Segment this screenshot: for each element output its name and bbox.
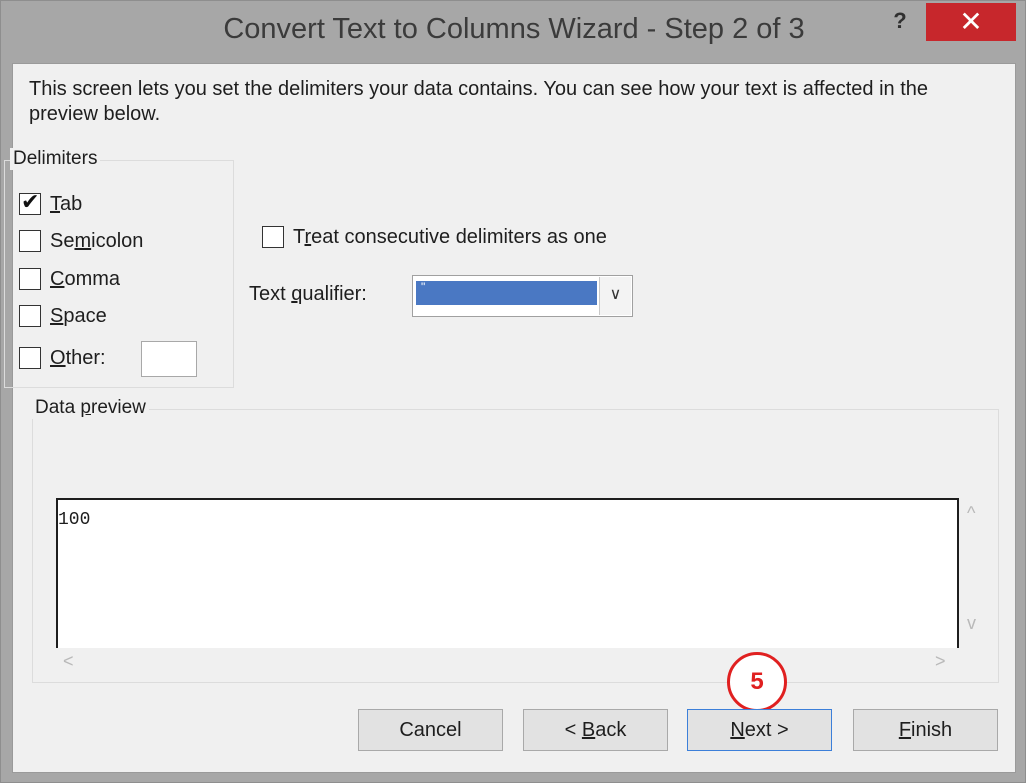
- comma-checkbox-row[interactable]: Comma: [19, 266, 120, 292]
- step-marker-badge: 5: [727, 652, 787, 712]
- tab-checkbox-row[interactable]: ✔ Tab: [19, 189, 83, 217]
- preview-line: 100: [58, 510, 91, 530]
- scroll-right-icon[interactable]: >: [935, 652, 946, 670]
- chevron-down-icon[interactable]: ∨: [599, 277, 631, 315]
- dialog-window: Convert Text to Columns Wizard - Step 2 …: [0, 0, 1026, 783]
- finish-button[interactable]: Finish: [853, 709, 998, 751]
- title-bar[interactable]: Convert Text to Columns Wizard - Step 2 …: [1, 1, 1026, 61]
- back-button[interactable]: < Back: [523, 709, 668, 751]
- data-preview-group: Data preview 100 ^ v < >: [32, 397, 999, 683]
- scroll-down-icon[interactable]: v: [967, 614, 976, 632]
- dialog-body: This screen lets you set the delimiters …: [4, 63, 1016, 773]
- tab-checkbox[interactable]: ✔: [19, 189, 41, 215]
- scroll-left-icon[interactable]: <: [63, 652, 74, 670]
- scroll-up-icon[interactable]: ^: [967, 504, 975, 522]
- space-checkbox[interactable]: [19, 305, 41, 327]
- comma-checkbox[interactable]: [19, 268, 41, 290]
- space-label: Space: [50, 304, 107, 327]
- delimiters-label: Delimiters: [10, 148, 101, 170]
- window-title: Convert Text to Columns Wizard - Step 2 …: [223, 13, 805, 45]
- space-checkbox-row[interactable]: Space: [19, 303, 107, 329]
- text-qualifier-label: Text qualifier:: [249, 283, 367, 305]
- delimiters-group: Delimiters ✔ Tab Semicolon Comma Space O…: [4, 148, 234, 388]
- consecutive-delimiters-label: Treat consecutive delimiters as one: [293, 225, 607, 248]
- checkmark-icon: ✔: [21, 189, 40, 214]
- data-preview-label: Data preview: [32, 397, 149, 419]
- cancel-button[interactable]: Cancel: [358, 709, 503, 751]
- semicolon-label: Semicolon: [50, 229, 144, 252]
- other-label: Other:: [50, 346, 106, 369]
- other-checkbox-row[interactable]: Other:: [19, 345, 106, 371]
- data-preview-pane[interactable]: 100: [56, 498, 959, 648]
- intro-text: This screen lets you set the delimiters …: [29, 78, 929, 125]
- consecutive-delimiters-checkbox[interactable]: [262, 226, 284, 248]
- tab-label: Tab: [50, 192, 83, 215]
- semicolon-checkbox[interactable]: [19, 230, 41, 252]
- consecutive-delimiters-row[interactable]: Treat consecutive delimiters as one: [262, 224, 607, 250]
- other-delimiter-input[interactable]: [141, 341, 197, 377]
- semicolon-checkbox-row[interactable]: Semicolon: [19, 228, 143, 254]
- comma-label: Comma: [50, 267, 121, 290]
- close-button[interactable]: ✕: [926, 3, 1016, 41]
- next-button[interactable]: Next >: [687, 709, 832, 751]
- help-button[interactable]: ?: [878, 5, 922, 39]
- other-checkbox[interactable]: [19, 347, 41, 369]
- text-qualifier-value: ": [416, 281, 597, 305]
- text-qualifier-select[interactable]: " ∨: [412, 275, 633, 317]
